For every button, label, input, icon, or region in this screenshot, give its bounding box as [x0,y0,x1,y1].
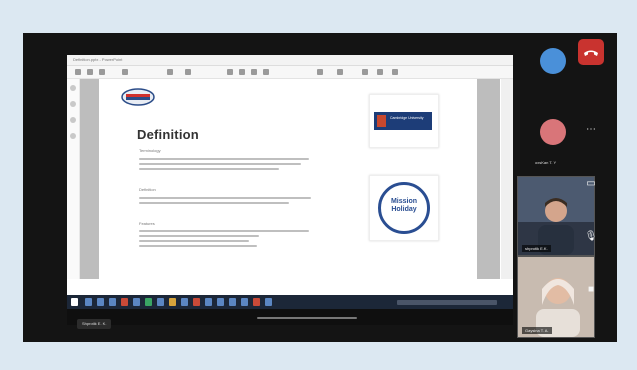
taskbar-app-icon[interactable] [109,298,116,306]
self-name-label: Shprotik E. K. [77,319,112,329]
taskbar-app-icon[interactable] [205,298,212,306]
screen-bottom-bar [67,309,513,325]
app-toolbar [67,66,513,79]
start-icon[interactable] [71,298,78,306]
university-logo [121,88,155,106]
taskbar-app-icon[interactable] [253,298,260,306]
tool-icon[interactable] [70,101,76,107]
taskbar-app-icon[interactable] [229,298,236,306]
text-line [139,235,259,237]
participant-name: oxsKan T. Y [535,160,557,165]
text-line [139,202,289,204]
section-heading: Definition [139,187,156,192]
participant-avatar[interactable] [540,119,566,145]
taskbar-app-icon[interactable] [97,298,104,306]
text-line [139,158,309,160]
system-tray[interactable] [397,300,497,305]
text-line [139,240,249,242]
slide-title: Definition [137,127,199,142]
taskbar-app-icon[interactable] [133,298,140,306]
section-heading: Terminology [139,148,161,153]
slide: Definition Terminology Definition Featur… [99,79,477,279]
taskbar-app-icon[interactable] [121,298,128,306]
toolbar-icon[interactable] [75,69,81,75]
toolbar-icon[interactable] [251,69,257,75]
taskbar-app-icon[interactable] [241,298,248,306]
window-titlebar: Definition.pptx - PowerPoint [67,55,513,66]
taskbar-app-icon[interactable] [169,298,176,306]
taskbar-app-icon[interactable] [85,298,92,306]
person-video [518,257,594,337]
logo-text: Cambridge University [390,116,424,120]
text-line [139,168,279,170]
windows-taskbar [67,295,513,309]
window-title: Definition.pptx - PowerPoint [73,57,123,62]
toolbar-icon[interactable] [377,69,383,75]
taskbar-app-icon[interactable] [145,298,152,306]
text-line [139,197,311,199]
toolbar-icon[interactable] [122,69,128,75]
video-tile-name: shprotik E.K. [522,245,551,252]
tool-icon[interactable] [70,117,76,123]
video-call-frame: Definition.pptx - PowerPoint Definition … [23,33,617,342]
text-line [139,230,309,232]
logo-text: Mission Holiday [390,198,418,213]
toolbar-icon[interactable] [337,69,343,75]
toolbar-icon[interactable] [227,69,233,75]
mission-logo: Mission Holiday [378,182,430,234]
logo-card: Mission Holiday [369,175,439,241]
camera-icon[interactable]: ■ [583,284,599,295]
share-screen-icon[interactable]: ▭ [583,178,599,189]
toolbar-icon[interactable] [185,69,191,75]
video-tile[interactable]: Gaysina T. A. [517,256,595,338]
logo-card: Cambridge University [369,94,439,148]
tool-icon[interactable] [70,85,76,91]
toolbar-icon[interactable] [87,69,93,75]
phone-hangup-icon [584,50,598,56]
left-tool-panel [67,79,80,279]
video-tile-name: Gaysina T. A. [522,327,552,334]
tool-icon[interactable] [70,133,76,139]
mic-off-icon[interactable]: 🎙 [583,231,599,242]
toolbar-icon[interactable] [263,69,269,75]
toolbar-icon[interactable] [317,69,323,75]
taskbar-app-icon[interactable] [157,298,164,306]
taskbar-app-icon[interactable] [193,298,200,306]
more-icon[interactable]: ⋯ [583,124,599,135]
taskbar-app-icon[interactable] [265,298,272,306]
taskbar-app-icon[interactable] [181,298,188,306]
toolbar-icon[interactable] [99,69,105,75]
home-indicator [257,317,357,319]
text-line [139,245,257,247]
leave-call-button[interactable] [578,39,604,65]
taskbar-app-icon[interactable] [217,298,224,306]
cambridge-logo: Cambridge University [374,112,432,130]
participant-avatar[interactable] [540,48,566,74]
scrollbar[interactable] [501,79,513,279]
text-line [139,163,301,165]
section-heading: Features [139,221,155,226]
shared-screen: Definition.pptx - PowerPoint Definition … [67,55,513,325]
toolbar-icon[interactable] [392,69,398,75]
toolbar-icon[interactable] [362,69,368,75]
toolbar-icon[interactable] [167,69,173,75]
crest-icon [377,115,386,127]
toolbar-icon[interactable] [239,69,245,75]
